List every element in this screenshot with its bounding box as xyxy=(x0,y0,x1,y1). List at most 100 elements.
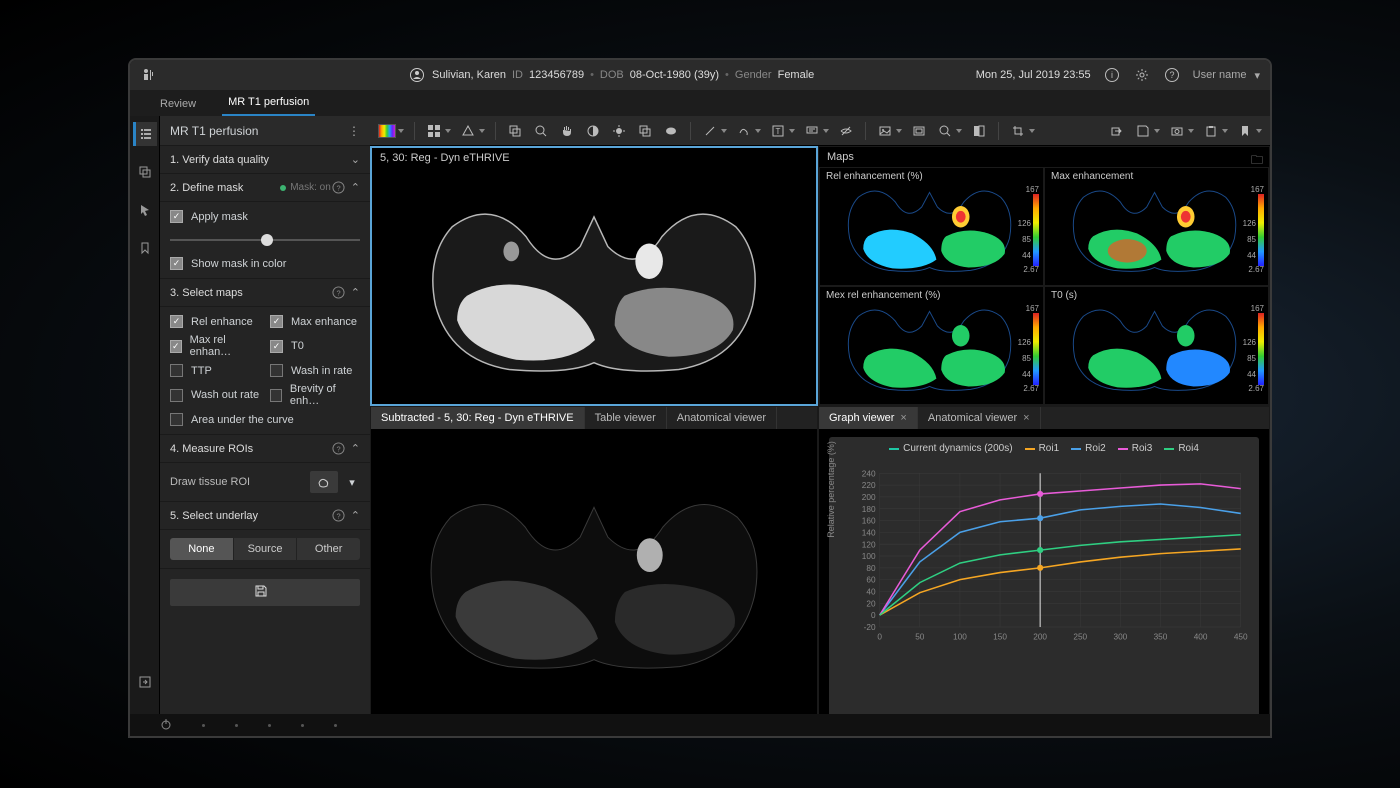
svg-text:140: 140 xyxy=(862,528,876,537)
checkbox-map-option[interactable]: T0 xyxy=(270,334,360,358)
mask-slider[interactable] xyxy=(170,231,360,249)
rail-pointer-icon[interactable] xyxy=(133,198,157,222)
tab-anatomical-viewer-left[interactable]: Anatomical viewer xyxy=(667,407,777,429)
image-tool[interactable] xyxy=(874,120,896,142)
checkbox-map-option[interactable]: TTP xyxy=(170,364,260,377)
checkbox-map-option[interactable]: Rel enhance xyxy=(170,315,260,328)
dob-value: 08-Oct-1980 (39y) xyxy=(630,69,719,81)
checkbox-map-option[interactable]: Wash in rate xyxy=(270,364,360,377)
map-cell[interactable]: Rel enhancement (%) 167 126 85 44 2.67 xyxy=(819,167,1044,286)
body-orientation-icon[interactable] xyxy=(140,66,158,84)
underlay-other[interactable]: Other xyxy=(297,538,360,560)
section-5-select-underlay[interactable]: 5. Select underlay ? ⌃ xyxy=(160,502,370,530)
tab-graph-viewer[interactable]: Graph viewer × xyxy=(819,407,918,429)
close-icon[interactable]: × xyxy=(900,412,906,424)
checkbox-map-option[interactable]: Brevity of enh… xyxy=(270,383,360,407)
rail-bookmark-icon[interactable] xyxy=(133,236,157,260)
section-3-select-maps[interactable]: 3. Select maps ? ⌃ xyxy=(160,279,370,307)
line-tool[interactable] xyxy=(699,120,721,142)
ellipse-tool[interactable] xyxy=(660,120,682,142)
crop-tool[interactable] xyxy=(1007,120,1029,142)
pan-tool[interactable] xyxy=(556,120,578,142)
map-option-label: TTP xyxy=(191,365,212,377)
status-dot xyxy=(235,724,238,727)
map-cell-title: Rel enhancement (%) xyxy=(826,171,923,182)
stack-tool[interactable] xyxy=(504,120,526,142)
power-icon[interactable] xyxy=(160,718,172,733)
gear-icon[interactable] xyxy=(1133,66,1151,84)
side-panel-more-icon[interactable]: ⋮ xyxy=(348,124,360,138)
brightness-tool[interactable] xyxy=(608,120,630,142)
svg-text:240: 240 xyxy=(862,469,876,478)
svg-text:-20: -20 xyxy=(864,623,876,632)
tab-review[interactable]: Review xyxy=(154,92,202,116)
tab-mr-t1-perfusion[interactable]: MR T1 perfusion xyxy=(222,90,315,116)
info-icon[interactable]: i xyxy=(1103,66,1121,84)
map-cell[interactable]: T0 (s) 167 126 85 44 2.67 xyxy=(1044,286,1269,405)
tab-subtracted[interactable]: Subtracted - 5, 30: Reg - Dyn eTHRIVE xyxy=(371,407,585,429)
checkbox-map-option[interactable]: Area under the curve xyxy=(170,413,360,426)
patient-name: Sulivian, Karen xyxy=(432,69,506,81)
help-icon[interactable]: ? xyxy=(331,180,347,196)
frame-tool[interactable] xyxy=(908,120,930,142)
text-tool[interactable]: T xyxy=(767,120,789,142)
tab-table-viewer[interactable]: Table viewer xyxy=(585,407,667,429)
checkbox-show-mask-color[interactable]: Show mask in color xyxy=(170,257,360,270)
viewport-subtracted[interactable]: Subtracted - 5, 30: Reg - Dyn eTHRIVE Ta… xyxy=(370,406,818,736)
rail-list-icon[interactable] xyxy=(133,122,157,146)
underlay-source[interactable]: Source xyxy=(234,538,298,560)
svg-text:150: 150 xyxy=(993,632,1007,641)
annotation-tool[interactable] xyxy=(801,120,823,142)
send-tool[interactable] xyxy=(1106,120,1128,142)
status-dot xyxy=(301,724,304,727)
wwwl-tool[interactable] xyxy=(582,120,604,142)
map-cell[interactable]: Mex rel enhancement (%) 167 126 85 44 2.… xyxy=(819,286,1044,405)
tab-anatomical-viewer-right[interactable]: Anatomical viewer× xyxy=(918,407,1041,429)
save-tool[interactable] xyxy=(1132,120,1154,142)
id-label: ID xyxy=(512,69,523,81)
section-4-measure-rois[interactable]: 4. Measure ROIs ? ⌃ xyxy=(160,435,370,463)
svg-text:400: 400 xyxy=(1194,632,1208,641)
map-cell[interactable]: Max enhancement 167 126 85 44 2.67 xyxy=(1044,167,1269,286)
search-tool[interactable] xyxy=(934,120,956,142)
section-2-define-mask[interactable]: 2. Define mask Mask: on ? ⌃ xyxy=(160,174,370,202)
gender-value: Female xyxy=(778,69,815,81)
clipboard-tool[interactable] xyxy=(1200,120,1222,142)
checkbox-map-option[interactable]: Max enhance xyxy=(270,315,360,328)
copy-tool[interactable] xyxy=(634,120,656,142)
close-icon[interactable]: × xyxy=(1023,412,1029,424)
help-icon[interactable]: ? xyxy=(1163,66,1181,84)
slider-thumb[interactable] xyxy=(261,234,273,246)
show-mask-color-label: Show mask in color xyxy=(191,258,286,270)
underlay-none[interactable]: None xyxy=(170,538,234,560)
roi-dropdown[interactable]: ▾ xyxy=(344,471,360,493)
chevron-up-icon: ⌃ xyxy=(351,181,360,194)
tab-graph-label: Graph viewer xyxy=(829,412,894,424)
checkbox-map-option[interactable]: Wash out rate xyxy=(170,383,260,407)
help-icon[interactable]: ? xyxy=(331,285,347,301)
save-maps-button[interactable] xyxy=(170,579,360,606)
viewport-main[interactable]: 5, 30: Reg - Dyn eTHRIVE xyxy=(370,146,818,406)
freehand-tool[interactable] xyxy=(733,120,755,142)
user-menu[interactable]: User name ▾ xyxy=(1193,69,1260,82)
hide-tool[interactable] xyxy=(835,120,857,142)
camera-tool[interactable] xyxy=(1166,120,1188,142)
zoom-tool[interactable] xyxy=(530,120,552,142)
bookmark-tool[interactable] xyxy=(1234,120,1256,142)
section-1-verify-data[interactable]: 1. Verify data quality ⌄ xyxy=(160,146,370,174)
invert-tool[interactable] xyxy=(968,120,990,142)
layout-tool[interactable] xyxy=(423,120,445,142)
help-icon[interactable]: ? xyxy=(331,441,347,457)
lut-tool[interactable] xyxy=(376,120,398,142)
draw-roi-button[interactable] xyxy=(310,471,338,493)
rail-export-icon[interactable] xyxy=(133,670,157,694)
orientation-tool[interactable] xyxy=(457,120,479,142)
legend-item: Current dynamics (200s) xyxy=(889,443,1012,454)
viewport-maps[interactable]: Maps 🗀 Rel enhancement (%) 167 126 85 44… xyxy=(818,146,1270,406)
checkbox-map-option[interactable]: Max rel enhan… xyxy=(170,334,260,358)
rail-layers-icon[interactable] xyxy=(133,160,157,184)
help-icon[interactable]: ? xyxy=(331,508,347,524)
svg-text:?: ? xyxy=(337,511,341,520)
viewport-graph[interactable]: Graph viewer × Anatomical viewer× Current… xyxy=(818,406,1270,736)
checkbox-apply-mask[interactable]: Apply mask xyxy=(170,210,360,223)
